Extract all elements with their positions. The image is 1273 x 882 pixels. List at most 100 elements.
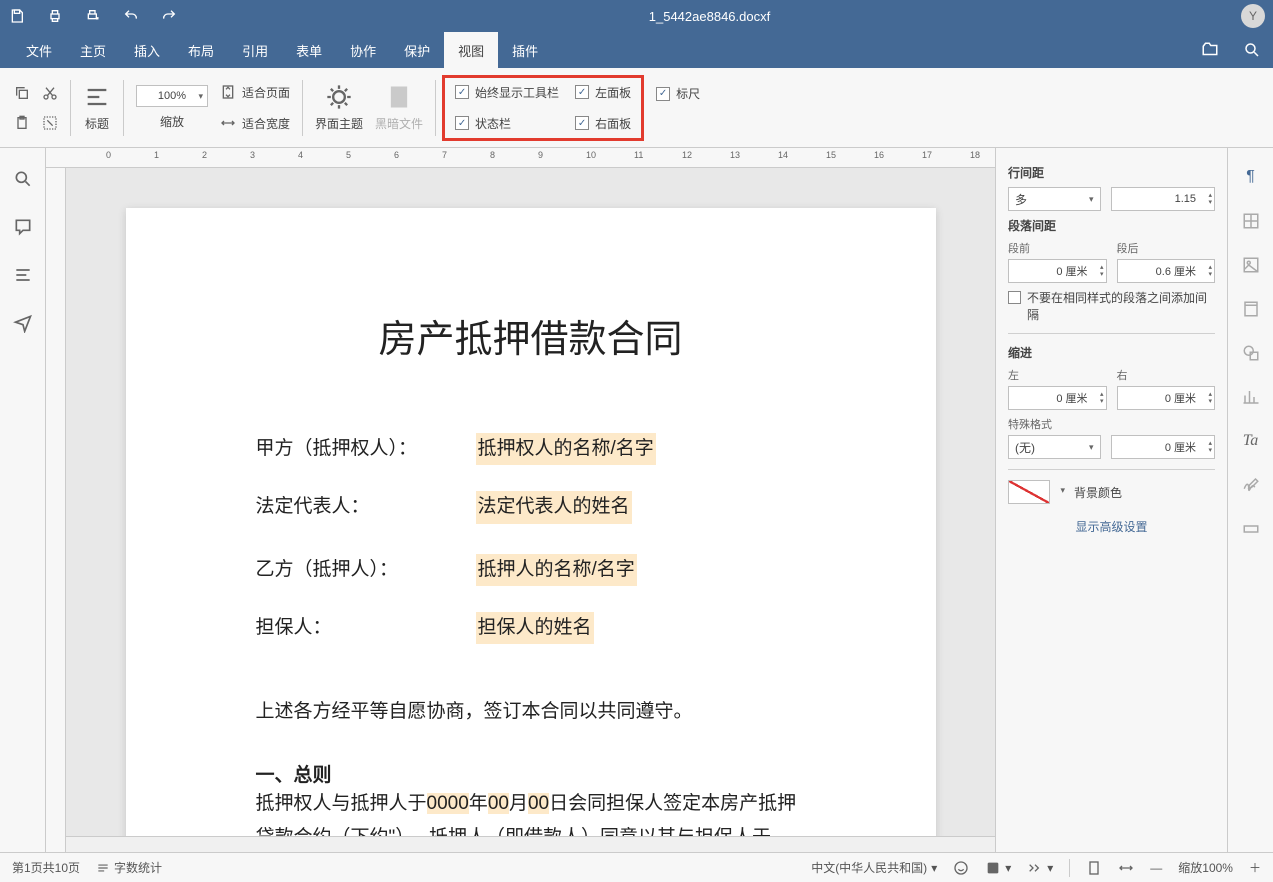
form-field[interactable]: 00: [488, 793, 509, 814]
tab-collaboration[interactable]: 协作: [336, 32, 390, 68]
paragraph-settings-panel: 行间距 多 1.15 段落间距 段前0 厘米 段后0.6 厘米 不要在相同样式的…: [995, 148, 1227, 852]
vertical-ruler[interactable]: [46, 168, 66, 852]
fit-page-button[interactable]: 适合页面: [220, 84, 290, 101]
special-indent-combo[interactable]: (无): [1008, 435, 1101, 459]
status-bar: 第1页共10页 字数统计 中文(中华人民共和国) ▾ ▾ ▾ — 缩放100% …: [0, 852, 1273, 882]
fit-page-icon[interactable]: [1086, 860, 1102, 876]
view-checks-highlight: ✓始终显示工具栏 ✓状态栏 ✓左面板 ✓右面板: [442, 75, 644, 141]
form-field[interactable]: 00: [528, 793, 549, 814]
chart-icon[interactable]: [1240, 386, 1262, 408]
menu-bar: 文件 主页 插入 布局 引用 表单 协作 保护 视图 插件: [0, 32, 1273, 68]
tab-layout[interactable]: 布局: [174, 32, 228, 68]
redo-icon[interactable]: [160, 7, 178, 25]
cut-button[interactable]: [42, 85, 58, 101]
paragraph-icon[interactable]: ¶: [1240, 166, 1262, 188]
theme-label: 界面主题: [315, 115, 363, 132]
fit-width-button[interactable]: 适合宽度: [220, 115, 290, 132]
check-right-panel[interactable]: ✓右面板: [575, 115, 631, 132]
feedback-icon[interactable]: [12, 312, 34, 334]
undo-icon[interactable]: [122, 7, 140, 25]
tab-plugins[interactable]: 插件: [498, 32, 552, 68]
fit-width-icon[interactable]: [1118, 860, 1134, 876]
horizontal-ruler[interactable]: 0123456789101112131415161718: [46, 148, 995, 168]
ribbon-view: 标题 100% 缩放 适合页面 适合宽度 界面主题 黑暗文件 ✓始终显示工具栏 …: [0, 68, 1273, 148]
save-icon[interactable]: [8, 7, 26, 25]
indent-title: 缩进: [1008, 344, 1215, 361]
tab-file[interactable]: 文件: [12, 32, 66, 68]
navigation-label: 标题: [85, 115, 109, 132]
tab-references[interactable]: 引用: [228, 32, 282, 68]
tab-view[interactable]: 视图: [444, 32, 498, 68]
special-indent-value[interactable]: 0 厘米: [1111, 435, 1216, 459]
user-avatar[interactable]: Y: [1241, 4, 1265, 28]
shape-icon[interactable]: [1240, 342, 1262, 364]
text-art-icon[interactable]: Ta: [1240, 430, 1262, 452]
tab-home[interactable]: 主页: [66, 32, 120, 68]
image-icon[interactable]: [1240, 254, 1262, 276]
form-settings-icon[interactable]: [1240, 518, 1262, 540]
form-field[interactable]: 0000: [427, 793, 469, 814]
form-field[interactable]: 法定代表人的姓名: [476, 491, 632, 523]
check-statusbar[interactable]: ✓状态栏: [455, 115, 559, 132]
field-label: 担保人：: [256, 612, 476, 644]
page: 房产抵押借款合同 甲方（抵押权人）：抵押权人的名称/名字 法定代表人：法定代表人…: [126, 208, 936, 836]
document-scroll[interactable]: 房产抵押借款合同 甲方（抵押权人）：抵押权人的名称/名字 法定代表人：法定代表人…: [46, 168, 995, 836]
line-spacing-mode[interactable]: 多: [1008, 187, 1101, 211]
headings-icon[interactable]: [12, 264, 34, 286]
horizontal-scrollbar[interactable]: [46, 836, 995, 852]
para-spacing-title: 段落间距: [1008, 217, 1215, 234]
comments-icon[interactable]: [12, 216, 34, 238]
signature-icon[interactable]: [1240, 474, 1262, 496]
show-advanced-link[interactable]: 显示高级设置: [1008, 518, 1215, 535]
form-field[interactable]: 抵押人的名称/名字: [476, 554, 637, 586]
page-indicator[interactable]: 第1页共10页: [12, 859, 80, 876]
form-field[interactable]: 担保人的姓名: [476, 612, 594, 644]
bg-color-label: 背景颜色: [1074, 484, 1122, 501]
field-label: 乙方（抵押人）：: [256, 554, 476, 586]
title-bar: 1_5442ae8846.docxf Y: [0, 0, 1273, 32]
check-always-toolbar[interactable]: ✓始终显示工具栏: [455, 84, 559, 101]
zoom-out-button[interactable]: —: [1150, 861, 1162, 875]
tab-protect[interactable]: 保护: [390, 32, 444, 68]
check-left-panel[interactable]: ✓左面板: [575, 84, 631, 101]
bg-color-swatch[interactable]: [1008, 480, 1050, 504]
find-icon[interactable]: [12, 168, 34, 190]
indent-left[interactable]: 0 厘米: [1008, 386, 1107, 410]
no-space-same-style-check[interactable]: 不要在相同样式的段落之间添加间隔: [1008, 289, 1215, 323]
body-text: 抵押权人与抵押人于0000年00月00日会同担保人签定本房产抵押贷款合约（下约"…: [256, 787, 806, 836]
indent-right[interactable]: 0 厘米: [1117, 386, 1216, 410]
zoom-in-button[interactable]: ＋: [1249, 859, 1261, 876]
check-ruler[interactable]: ✓标尺: [656, 85, 700, 102]
workspace: 0123456789101112131415161718 房产抵押借款合同 甲方…: [0, 148, 1273, 852]
tab-forms[interactable]: 表单: [282, 32, 336, 68]
zoom-level[interactable]: 缩放100%: [1178, 859, 1233, 876]
spacing-before[interactable]: 0 厘米: [1008, 259, 1107, 283]
navigation-button[interactable]: 标题: [77, 68, 117, 147]
tab-insert[interactable]: 插入: [120, 32, 174, 68]
print-icon[interactable]: [46, 7, 64, 25]
search-icon[interactable]: [1231, 32, 1273, 68]
header-footer-icon[interactable]: [1240, 298, 1262, 320]
section-heading: 一、总则: [256, 760, 806, 787]
select-all-button[interactable]: [42, 115, 58, 131]
document-area: 0123456789101112131415161718 房产抵押借款合同 甲方…: [46, 148, 995, 852]
form-field[interactable]: 抵押权人的名称/名字: [476, 433, 656, 465]
spellcheck-icon[interactable]: [953, 860, 969, 876]
line-spacing-value[interactable]: 1.15: [1111, 187, 1216, 211]
language-selector[interactable]: 中文(中华人民共和国) ▾: [811, 859, 937, 876]
open-location-icon[interactable]: [1189, 32, 1231, 68]
right-toolbar: ¶ Ta: [1227, 148, 1273, 852]
copy-button[interactable]: [14, 85, 30, 101]
track-changes-icon[interactable]: ▾: [985, 860, 1011, 876]
field-label: 甲方（抵押权人）：: [256, 433, 476, 465]
paragraph: 上述各方经平等自愿协商，签订本合同以共同遵守。: [256, 694, 806, 730]
theme-button[interactable]: 界面主题: [309, 68, 369, 147]
zoom-combo[interactable]: 100%: [136, 85, 208, 107]
spacing-after[interactable]: 0.6 厘米: [1117, 259, 1216, 283]
paste-button[interactable]: [14, 115, 30, 131]
quick-print-icon[interactable]: [84, 7, 102, 25]
doc-heading: 房产抵押借款合同: [256, 308, 806, 363]
track-changes-toggle[interactable]: ▾: [1027, 860, 1053, 876]
word-count[interactable]: 字数统计: [96, 859, 162, 876]
table-icon[interactable]: [1240, 210, 1262, 232]
